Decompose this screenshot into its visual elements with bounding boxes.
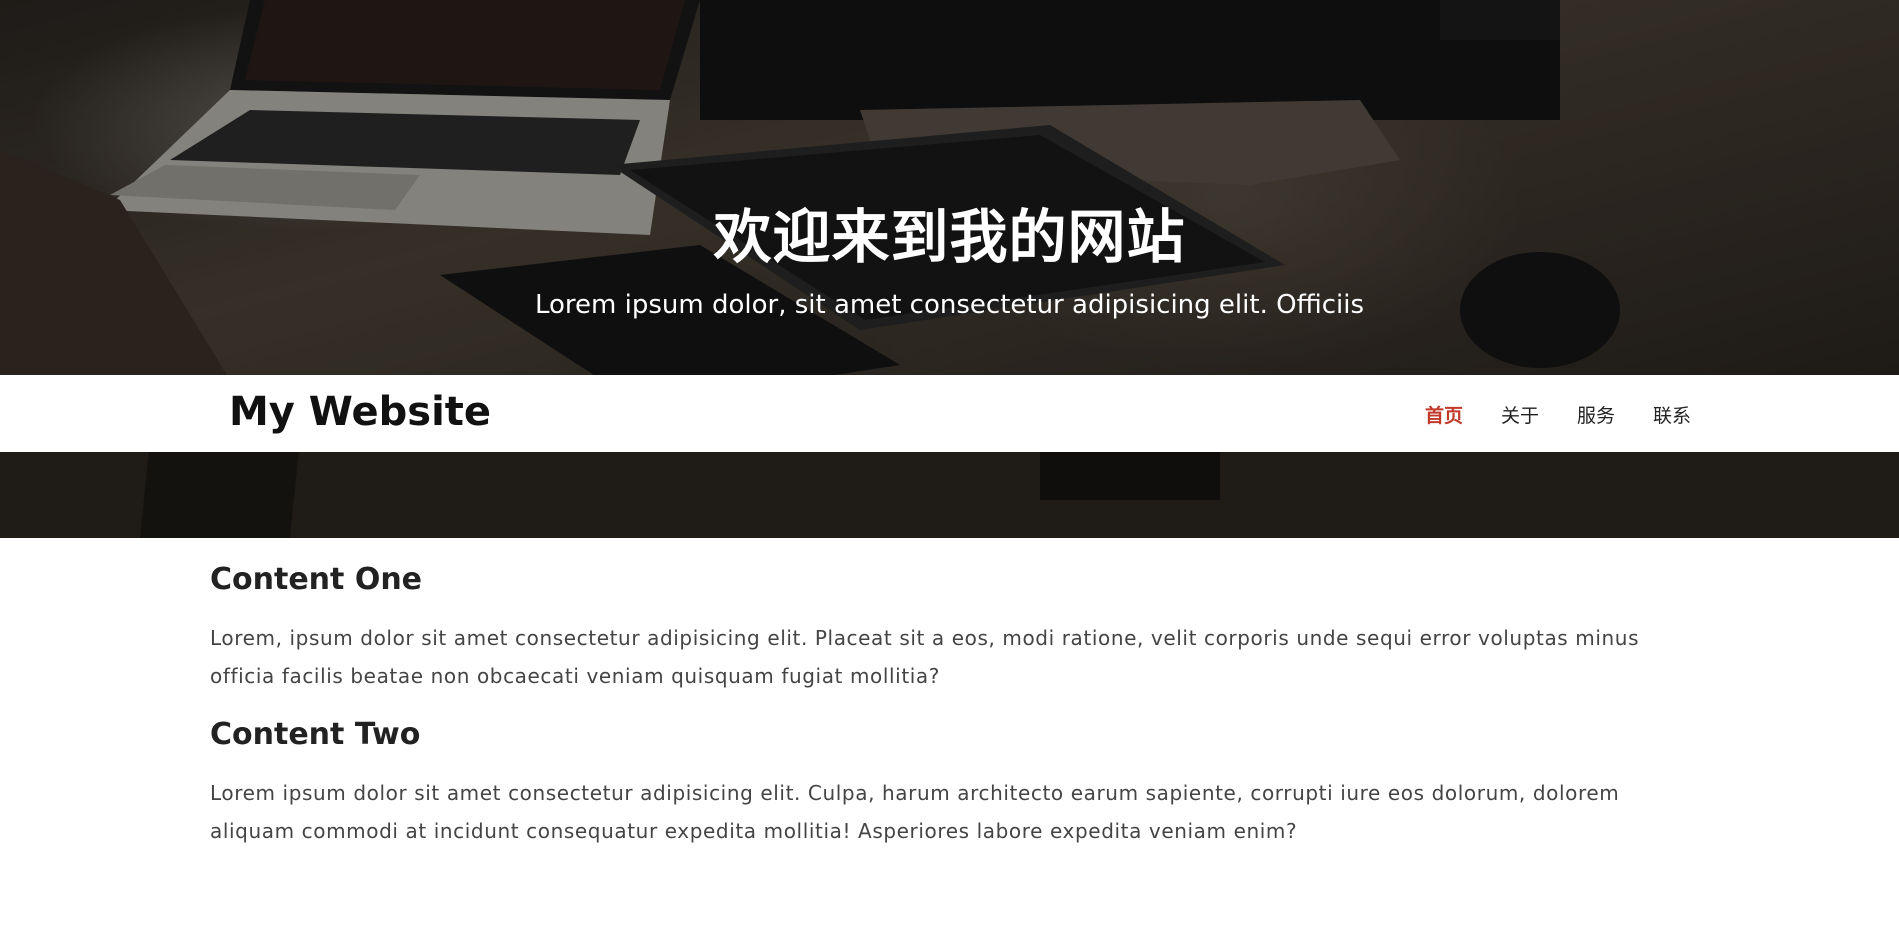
main-content: Content One Lorem, ipsum dolor sit amet … [210,562,1700,872]
hero-title: 欢迎来到我的网站 [713,203,1186,271]
section-heading-two: Content Two [210,717,421,752]
section-body-one: Lorem, ipsum dolor sit amet consectetur … [210,626,1640,688]
nav-link-about[interactable]: 关于 [1501,401,1539,428]
navbar: My Website 首页 关于 服务 联系 [0,375,1899,452]
section-body-two: Lorem ipsum dolor sit amet consectetur a… [210,781,1620,843]
hero-subtitle: Lorem ipsum dolor, sit amet consectetur … [534,290,1364,320]
nav-link-services[interactable]: 服务 [1577,401,1615,428]
hero-banner: 欢迎来到我的网站 Lorem ipsum dolor, sit amet con… [0,0,1899,538]
nav-link-home[interactable]: 首页 [1425,401,1463,428]
section-heading-one: Content One [210,562,423,597]
nav-link-contact[interactable]: 联系 [1653,401,1691,428]
nav-links: 首页 关于 服务 联系 [1387,401,1691,428]
site-logo[interactable]: My Website [229,389,491,435]
